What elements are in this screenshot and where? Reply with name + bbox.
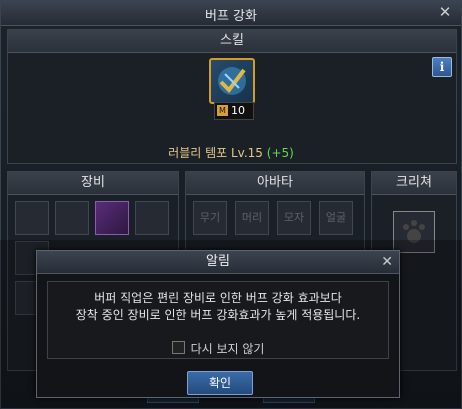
avatar-header: 아바타 <box>186 172 364 195</box>
equip-slot-top2[interactable] <box>55 201 89 235</box>
dialog-message-line2: 장착 중인 장비로 인한 버프 강화효과가 높게 적용됩니다. <box>75 308 361 322</box>
avatar-slot-hat[interactable]: 모자 <box>277 201 311 235</box>
lovely-tempo-icon <box>218 67 246 95</box>
skill-level-badge: M 10 <box>214 102 254 120</box>
equip-slot-top[interactable] <box>15 201 49 235</box>
skill-level-value: 10 <box>231 104 245 117</box>
avatar-slot-face[interactable]: 얼굴 <box>319 201 353 235</box>
title-bar[interactable]: 버프 강화 ✕ <box>1 1 461 26</box>
equipment-header: 장비 <box>8 172 178 195</box>
dialog-close-icon[interactable]: ✕ <box>381 251 393 273</box>
master-level-icon: M <box>217 105 228 116</box>
dialog-title-bar[interactable]: 알림 ✕ <box>37 251 399 274</box>
creature-header: 크리쳐 <box>372 172 456 195</box>
dialog-message: 버퍼 직업은 편린 장비로 인한 버프 강화 효과보다 장착 중인 장비로 인한… <box>48 290 388 324</box>
skill-header: 스킬 <box>8 30 456 53</box>
notice-dialog: 알림 ✕ 버퍼 직업은 편린 장비로 인한 버프 강화 효과보다 장착 중인 장… <box>36 250 400 398</box>
equip-slot-title[interactable] <box>135 201 169 235</box>
close-icon[interactable]: ✕ <box>437 4 453 20</box>
equip-slot-weapon[interactable] <box>95 201 129 235</box>
skill-icon[interactable] <box>209 58 255 104</box>
dialog-body: 버퍼 직업은 편린 장비로 인한 버프 강화 효과보다 장착 중인 장비로 인한… <box>47 281 389 359</box>
dont-show-again-checkbox[interactable] <box>171 341 185 354</box>
dialog-message-line1: 버퍼 직업은 편린 장비로 인한 버프 강화 효과보다 <box>94 291 342 305</box>
dialog-title: 알림 <box>206 254 230 269</box>
window-title: 버프 강화 <box>205 9 257 24</box>
skill-name: 러블리 템포 Lv.15 <box>168 146 263 160</box>
avatar-slot-hair[interactable]: 머리 <box>235 201 269 235</box>
avatar-slot-weapon[interactable]: 무기 <box>193 201 227 235</box>
skill-bonus: (+5) <box>266 146 294 160</box>
info-button[interactable]: i <box>432 57 452 77</box>
dont-show-again-row[interactable]: 다시 보지 않기 <box>48 340 388 357</box>
ok-button[interactable]: 확인 <box>187 371 253 395</box>
dont-show-again-label: 다시 보지 않기 <box>190 342 265 356</box>
skill-name-line: 러블리 템포 Lv.15 (+5) <box>1 144 461 161</box>
